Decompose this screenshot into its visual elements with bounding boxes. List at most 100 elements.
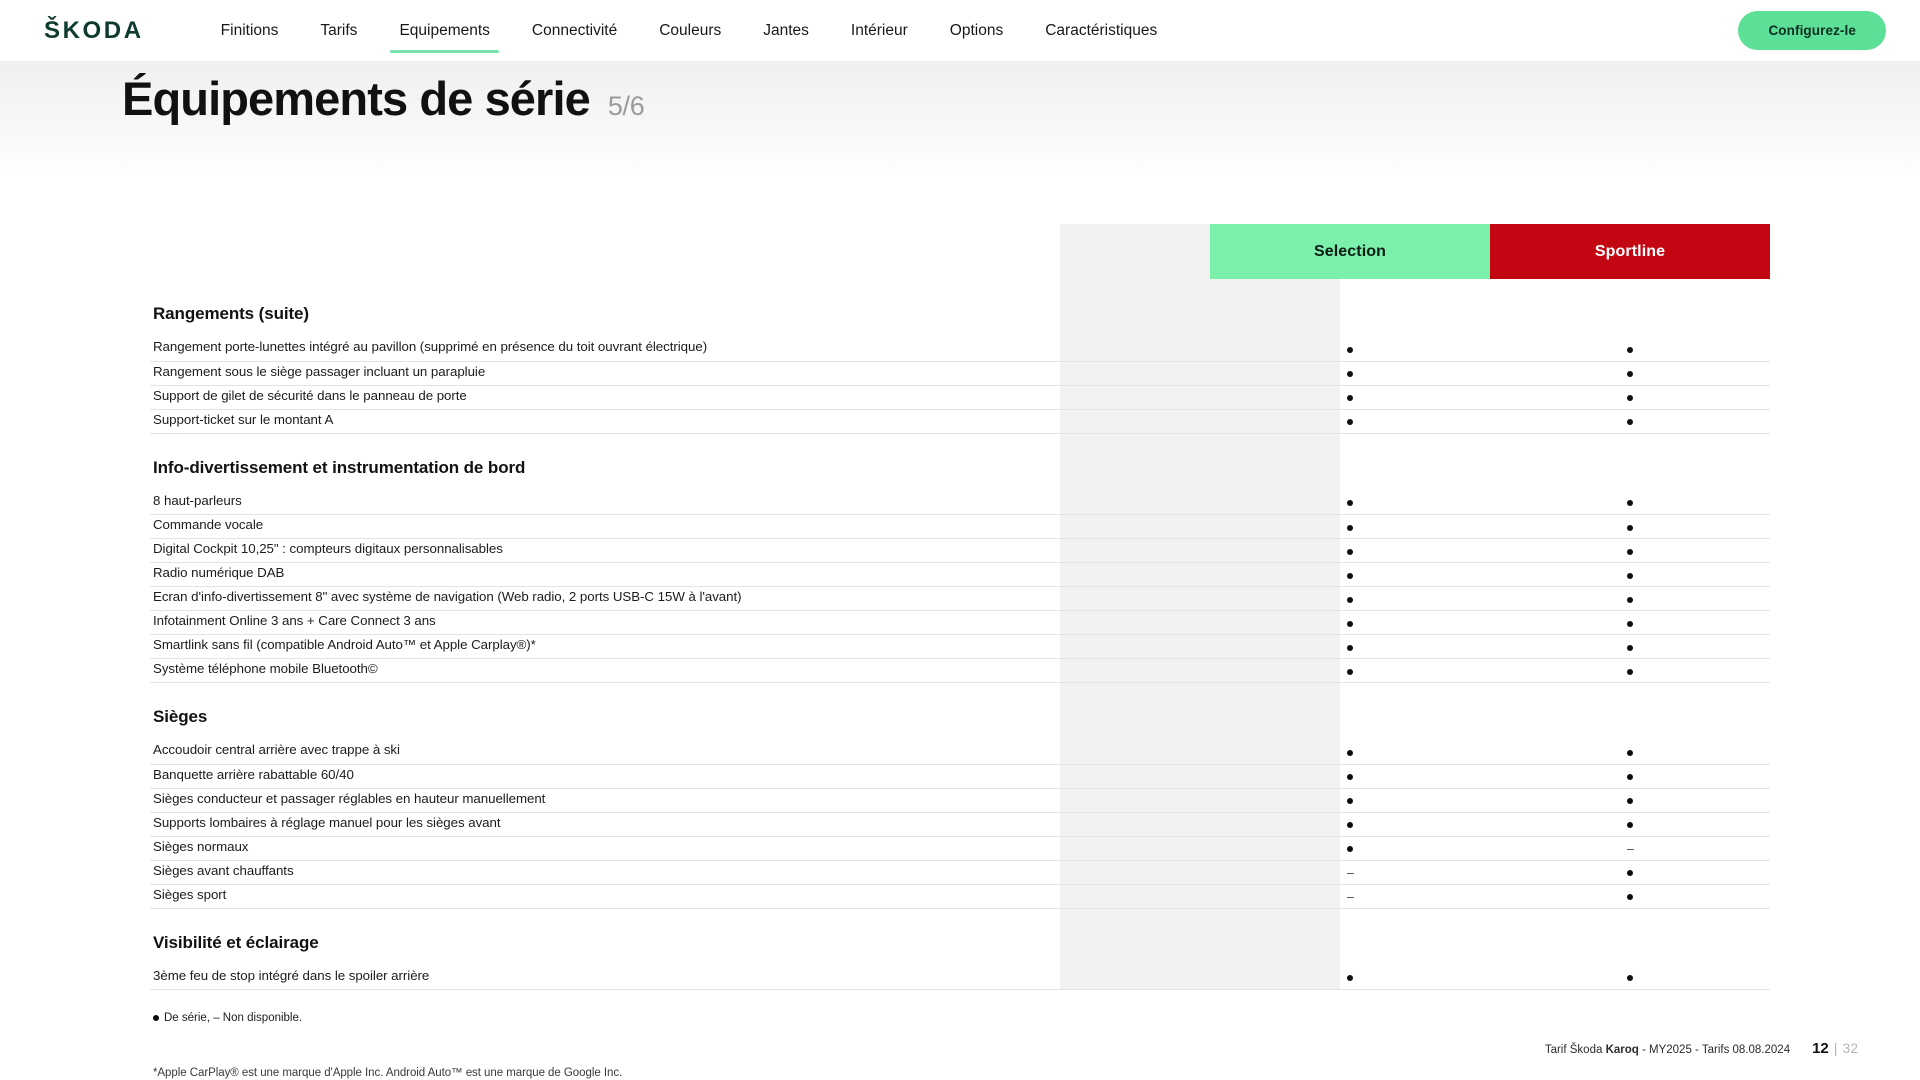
feature-label: Digital Cockpit 10,25" : compteurs digit…	[153, 541, 503, 557]
feature-label: 8 haut-parleurs	[153, 492, 242, 508]
nav-item-options[interactable]: Options	[929, 0, 1024, 61]
equipment-comparison-table: Selection Sportline Rangements (suite) Ra…	[150, 224, 1770, 990]
availability-cell-selection	[1210, 538, 1490, 563]
table-row: Banquette arrière rabattable 60/40	[150, 764, 1770, 789]
availability-cell-selection	[1210, 740, 1490, 765]
section-header-row: Rangements (suite)	[150, 300, 1770, 337]
feature-label-cell: Infotainment Online 3 ans + Care Connect…	[150, 610, 1210, 635]
configure-button[interactable]: Configurez-le	[1738, 11, 1886, 50]
standard-equipment-dot-icon	[1627, 346, 1633, 353]
not-available-dash-icon	[1626, 848, 1634, 850]
section-title: Info-divertissement et instrumentation d…	[153, 457, 526, 477]
availability-cell-sportline	[1490, 965, 1770, 990]
main-navigation: Finitions Tarifs Equipements Connectivité Co…	[200, 0, 1179, 61]
nav-item-int-rieur[interactable]: Intérieur	[830, 0, 929, 61]
availability-cell-selection	[1210, 610, 1490, 635]
table-row: 3ème feu de stop intégré dans le spoiler…	[150, 965, 1770, 990]
feature-label: Ecran d'info-divertissement 8" avec syst…	[153, 589, 742, 605]
nav-item-couleurs[interactable]: Couleurs	[638, 0, 742, 61]
availability-cell-sportline	[1490, 385, 1770, 410]
standard-equipment-dot-icon	[1627, 798, 1633, 805]
section-title-spacer-selection	[1210, 300, 1490, 337]
feature-label-cell: Rangement porte-lunettes intégré au pavi…	[150, 337, 1210, 362]
feature-label: Sièges avant chauffants	[153, 862, 294, 878]
table-row: Sièges conducteur et passager réglables …	[150, 788, 1770, 813]
standard-equipment-dot-icon	[1627, 572, 1633, 579]
feature-label-cell: Accoudoir central arrière avec trappe à …	[150, 740, 1210, 765]
standard-equipment-dot-icon	[1347, 774, 1353, 781]
nav-item-finitions[interactable]: Finitions	[200, 0, 300, 61]
feature-label: Smartlink sans fil (compatible Android A…	[153, 637, 536, 653]
standard-equipment-dot-icon	[1627, 644, 1633, 651]
standard-equipment-dot-icon	[1347, 668, 1353, 675]
section-title-cell: Visibilité et éclairage	[150, 908, 1210, 966]
standard-equipment-dot-icon	[1347, 371, 1353, 378]
column-header-row: Selection Sportline	[150, 224, 1770, 279]
feature-label: Banquette arrière rabattable 60/40	[153, 766, 354, 782]
feature-label-cell: Sièges sport	[150, 884, 1210, 909]
column-header-selection[interactable]: Selection	[1210, 224, 1490, 279]
availability-cell-sportline	[1490, 836, 1770, 861]
standard-equipment-dot-icon	[1627, 749, 1633, 756]
nav-item-jantes[interactable]: Jantes	[742, 0, 830, 61]
standard-equipment-dot-icon	[1347, 346, 1353, 353]
feature-label: Système téléphone mobile Bluetooth©	[153, 661, 378, 677]
availability-cell-sportline	[1490, 658, 1770, 683]
feature-label-cell: 8 haut-parleurs	[150, 490, 1210, 515]
column-header-sportline-label: Sportline	[1490, 224, 1770, 279]
feature-label: Sièges conducteur et passager réglables …	[153, 790, 546, 806]
feature-label-cell: Smartlink sans fil (compatible Android A…	[150, 634, 1210, 659]
section-title-spacer-selection	[1210, 433, 1490, 491]
availability-cell-selection	[1210, 788, 1490, 813]
page-number-indicator: 12 | 32	[1812, 1040, 1858, 1057]
section-title-spacer-sportline	[1490, 908, 1770, 966]
section-header-row: Visibilité et éclairage	[150, 908, 1770, 966]
standard-equipment-dot-icon	[1627, 975, 1633, 982]
table-row: Sièges normaux	[150, 836, 1770, 861]
standard-equipment-dot-icon	[1347, 572, 1353, 579]
section-title: Rangements (suite)	[153, 304, 309, 323]
nav-item-caract-ristiques[interactable]: Caractéristiques	[1024, 0, 1178, 61]
column-header-selection-label: Selection	[1210, 224, 1490, 279]
availability-cell-selection	[1210, 562, 1490, 587]
feature-label-cell: Sièges conducteur et passager réglables …	[150, 788, 1210, 813]
standard-equipment-dot-icon	[1347, 596, 1353, 603]
feature-label-cell: Supports lombaires à réglage manuel pour…	[150, 812, 1210, 837]
header-gap-cell	[150, 279, 1210, 300]
section-title-spacer-selection	[1210, 908, 1490, 966]
page-number-separator: |	[1833, 1040, 1838, 1056]
table-row: Smartlink sans fil (compatible Android A…	[150, 634, 1770, 659]
feature-label-cell: Radio numérique DAB	[150, 562, 1210, 587]
availability-cell-sportline	[1490, 562, 1770, 587]
header-actions: Configurez-le	[1738, 11, 1886, 50]
nav-item-equipements[interactable]: Equipements	[378, 0, 510, 61]
feature-label: Sièges sport	[153, 886, 227, 902]
feature-label-cell: Système téléphone mobile Bluetooth©	[150, 658, 1210, 683]
availability-cell-sportline	[1490, 634, 1770, 659]
availability-cell-sportline	[1490, 884, 1770, 909]
table-row: Support-ticket sur le montant A	[150, 409, 1770, 434]
feature-label-cell: Digital Cockpit 10,25" : compteurs digit…	[150, 538, 1210, 563]
nav-item-tarifs[interactable]: Tarifs	[299, 0, 378, 61]
availability-cell-sportline	[1490, 860, 1770, 885]
feature-label: Support de gilet de sécurité dans le pan…	[153, 387, 467, 403]
availability-cell-sportline	[1490, 740, 1770, 765]
feature-label: Commande vocale	[153, 517, 264, 533]
column-header-sportline[interactable]: Sportline	[1490, 224, 1770, 279]
availability-cell-sportline	[1490, 490, 1770, 515]
table-row: Rangement porte-lunettes intégré au pavi…	[150, 337, 1770, 362]
availability-cell-sportline	[1490, 361, 1770, 386]
availability-cell-selection	[1210, 965, 1490, 990]
standard-equipment-dot-icon	[1627, 596, 1633, 603]
standard-equipment-dot-icon	[1347, 500, 1353, 507]
section-title-cell: Sièges	[150, 683, 1210, 741]
nav-item-connectivit-[interactable]: Connectivité	[511, 0, 638, 61]
standard-equipment-dot-icon	[1347, 798, 1353, 805]
skoda-logo[interactable]: ŠKODA	[44, 17, 144, 45]
standard-equipment-dot-icon	[1627, 620, 1633, 627]
table-row: Sièges sport	[150, 884, 1770, 909]
feature-label-cell: 3ème feu de stop intégré dans le spoiler…	[150, 965, 1210, 990]
availability-cell-selection	[1210, 490, 1490, 515]
availability-cell-selection	[1210, 385, 1490, 410]
table-row: Sièges avant chauffants	[150, 860, 1770, 885]
